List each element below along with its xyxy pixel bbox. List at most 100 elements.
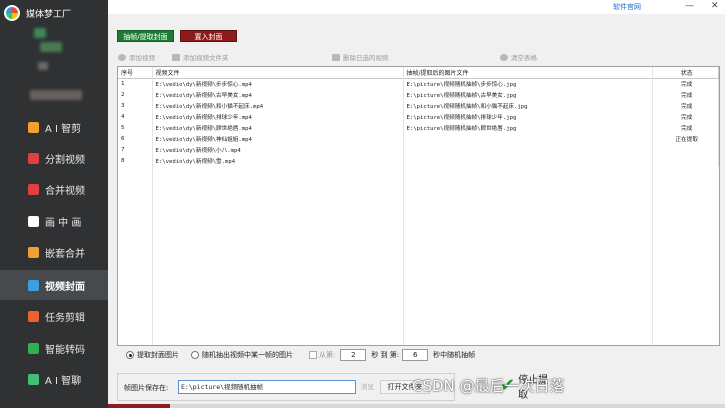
- table-row[interactable]: 4 E:\vedio\dy\新视频\排球少年.mp4 E:\picture\视频随机…: [118, 111, 719, 122]
- save-path-input[interactable]: E:\picture\视频随机抽帧: [178, 380, 356, 394]
- sidebar-item-label: 任务剪辑: [45, 312, 85, 324]
- table-cell-status: [652, 144, 719, 155]
- add-video-label: 添加视频: [129, 54, 155, 62]
- nest-icon: [28, 246, 39, 258]
- sidebar-item[interactable]: 嵌套合并: [0, 237, 108, 267]
- table-cell-no: 3: [118, 100, 153, 111]
- sidebar-item[interactable]: A I 智聊: [0, 364, 108, 394]
- to-seconds-input[interactable]: 6: [402, 349, 429, 361]
- table-cell-image: [403, 133, 653, 144]
- sidebar-item[interactable]: 合并视频: [0, 174, 108, 204]
- table-cell-no: 1: [118, 78, 153, 89]
- clear-table-button[interactable]: 清空表格: [500, 52, 537, 62]
- add-icon: [118, 53, 126, 61]
- table-cell-status: 完成: [652, 100, 719, 111]
- sidebar-item-label: 画 中 画: [45, 217, 82, 229]
- title-bar: 软件官网 — ✕: [108, 0, 725, 14]
- sidebar-item[interactable]: 智能转码: [0, 333, 108, 363]
- app-brand: 媒体梦工厂: [4, 4, 71, 22]
- table-row[interactable]: 7 E:\vedio\dy\新视频\小八.mp4: [118, 144, 719, 155]
- table-cell-no: 6: [118, 133, 153, 144]
- browse-button[interactable]: 浏览: [361, 381, 374, 391]
- delete-icon: [332, 53, 340, 61]
- sidebar-item[interactable]: A I 智剪: [0, 112, 108, 142]
- table-cell-video: E:\vedio\dy\新视频\顾世绝唇.mp4: [152, 122, 404, 133]
- table-cell-status: 正在提取: [652, 133, 719, 144]
- from-seconds-input[interactable]: 2: [340, 349, 367, 361]
- table-cell-no: 4: [118, 111, 153, 122]
- table-row[interactable]: 5 E:\vedio\dy\新视频\顾世绝唇.mp4 E:\picture\视频随机…: [118, 122, 719, 133]
- table-cell-status: 完成: [652, 78, 719, 89]
- sidebar-item-label: A I 智剪: [45, 123, 82, 135]
- progress-bar: [108, 404, 725, 408]
- table-cell-image: E:\picture\视频随机抽帧\古早美女.jpg: [403, 89, 653, 100]
- table-header-row: 序号 视频文件 抽帧/提取后的图片文件 状态: [118, 67, 719, 79]
- add-video-button[interactable]: 添加视频: [118, 52, 155, 62]
- table-cell-status: 完成: [652, 111, 719, 122]
- merge-icon: [28, 183, 39, 195]
- column-header[interactable]: 序号: [118, 67, 153, 79]
- extract-cover-radio[interactable]: [126, 351, 134, 359]
- transcode-icon: [28, 342, 39, 354]
- sidebar-item-label: 智能转码: [45, 344, 85, 356]
- redacted-block: [30, 90, 82, 100]
- table-row[interactable]: 3 E:\vedio\dy\新视频\和小猫不起床.mp4 E:\picture\视频…: [118, 100, 719, 111]
- sidebar-item-label: 视频封面: [45, 281, 85, 293]
- random-frame-label: 随机抽出视频中某一帧的图片: [202, 351, 293, 359]
- insert-cover-button[interactable]: 置入封面: [180, 30, 237, 42]
- website-link[interactable]: 软件官网: [613, 2, 641, 12]
- sidebar-item[interactable]: 画 中 画: [0, 206, 108, 236]
- extract-options: 提取封面图片 随机抽出视频中某一帧的图片 从第: 2 秒 到 第: 6 秒中随机…: [117, 345, 720, 365]
- save-panel: 帧图片保存在: E:\picture\视频随机抽帧 浏览 打开文件夹: [117, 373, 455, 401]
- minimize-icon[interactable]: —: [685, 1, 694, 11]
- column-header[interactable]: 状态: [652, 67, 719, 79]
- save-label: 帧图片保存在:: [124, 384, 169, 392]
- right-edge-strip: [721, 60, 725, 260]
- delete-selected-label: 删除已选的视频: [343, 54, 389, 62]
- delete-selected-button[interactable]: 删除已选的视频: [332, 52, 389, 62]
- table-cell-video: E:\vedio\dy\新视频\小八.mp4: [152, 144, 404, 155]
- table-cell-video: E:\vedio\dy\新视频\神仙姐姐.mp4: [152, 133, 404, 144]
- table-cell-video: E:\vedio\dy\新视频\雪.mp4: [152, 155, 404, 166]
- table-cell-no: 7: [118, 144, 153, 155]
- table-cell-image: E:\picture\视频随机抽帧\顾世绝唇.jpg: [403, 122, 653, 133]
- sidebar-item-label: A I 智聊: [45, 375, 82, 387]
- main-panel: 抽帧/提取封面 置入封面 添加视频 添加视频文件夹 删除已选的视频 清空表格 序…: [108, 14, 725, 408]
- folder-icon: [172, 53, 180, 61]
- from-label: 从第:: [319, 351, 336, 359]
- table-cell-image: E:\picture\视频随机抽帧\和小猫不起床.jpg: [403, 100, 653, 111]
- table-cell-video: E:\vedio\dy\新视频\步步惊心.mp4: [152, 78, 404, 89]
- table-cell-video: E:\vedio\dy\新视频\排球少年.mp4: [152, 111, 404, 122]
- table-cell-status: [652, 155, 719, 166]
- column-header[interactable]: 视频文件: [152, 67, 404, 79]
- table-row[interactable]: 8 E:\vedio\dy\新视频\雪.mp4: [118, 155, 719, 166]
- close-icon[interactable]: ✕: [711, 1, 719, 11]
- watermark: CSDN @最后一次日落: [412, 377, 565, 395]
- clear-table-label: 清空表格: [511, 54, 537, 62]
- column-header[interactable]: 抽帧/提取后的图片文件: [403, 67, 653, 79]
- sidebar-item[interactable]: 视频封面: [0, 270, 108, 300]
- table-cell-image: E:\picture\视频随机抽帧\步步惊心.jpg: [403, 78, 653, 89]
- progress-fill: [108, 404, 170, 408]
- random-frame-radio[interactable]: [191, 351, 199, 359]
- sidebar-item[interactable]: 分割视频: [0, 143, 108, 173]
- video-table[interactable]: 序号 视频文件 抽帧/提取后的图片文件 状态 1 E:\vedio\dy\新视频\…: [117, 66, 720, 346]
- extract-cover-button[interactable]: 抽帧/提取封面: [117, 30, 174, 42]
- chat-icon: [28, 373, 39, 385]
- table-cell-status: 完成: [652, 89, 719, 100]
- table-cell-image: E:\picture\视频随机抽帧\排球少年.jpg: [403, 111, 653, 122]
- table-cell-image: [403, 155, 653, 166]
- sidebar-item-label: 分割视频: [45, 154, 85, 166]
- table-cell-video: E:\vedio\dy\新视频\和小猫不起床.mp4: [152, 100, 404, 111]
- sidebar-item[interactable]: 任务剪辑: [0, 301, 108, 331]
- table-cell-video: E:\vedio\dy\新视频\古早美女.mp4: [152, 89, 404, 100]
- table-cell-no: 8: [118, 155, 153, 166]
- from-checkbox[interactable]: [309, 351, 317, 359]
- table-row[interactable]: 6 E:\vedio\dy\新视频\神仙姐姐.mp4 正在提取: [118, 133, 719, 144]
- add-folder-button[interactable]: 添加视频文件夹: [172, 52, 229, 62]
- table-row[interactable]: 1 E:\vedio\dy\新视频\步步惊心.mp4 E:\picture\视频随机…: [118, 78, 719, 89]
- extract-cover-label: 提取封面图片: [137, 351, 179, 359]
- split-icon: [28, 152, 39, 164]
- seconds-to-label: 秒 到 第:: [371, 351, 400, 359]
- table-row[interactable]: 2 E:\vedio\dy\新视频\古早美女.mp4 E:\picture\视频随机…: [118, 89, 719, 100]
